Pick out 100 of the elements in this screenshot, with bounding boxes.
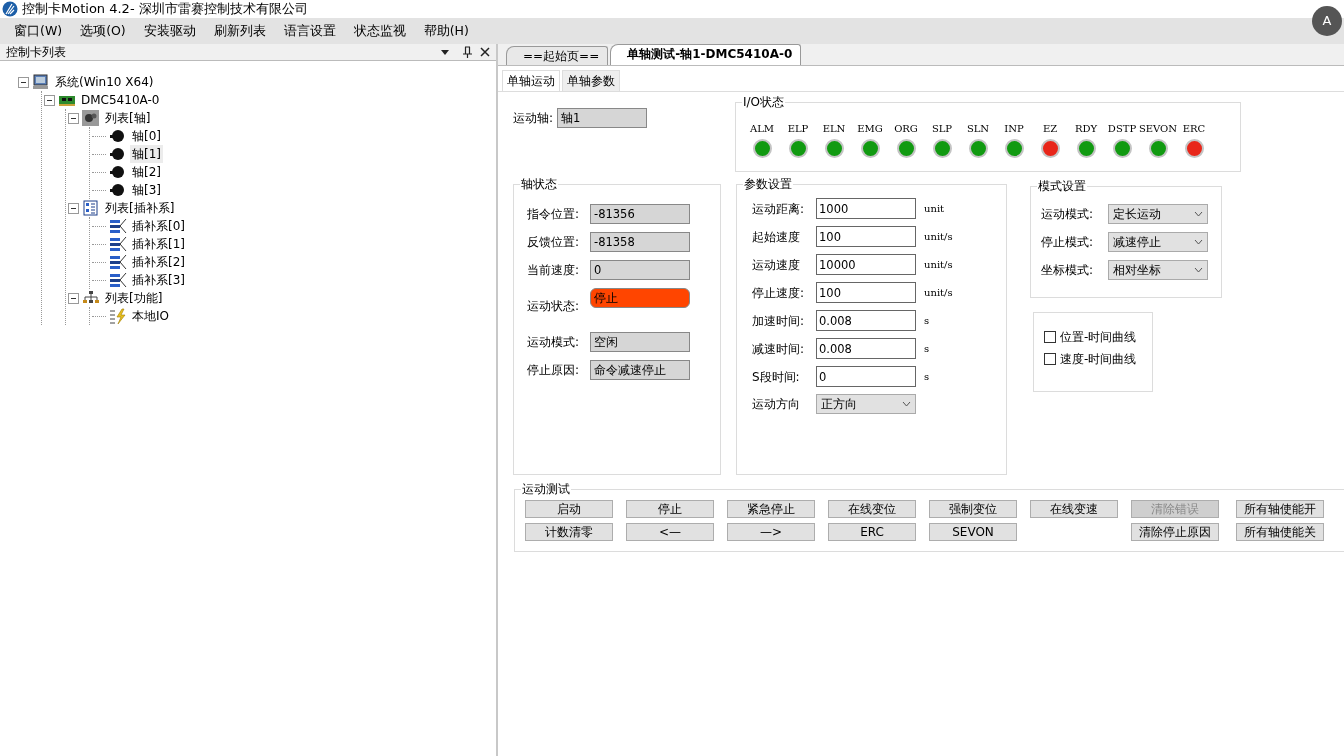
signal-label: RDY: [1074, 122, 1098, 136]
checkbox[interactable]: [1044, 331, 1056, 343]
computer-icon: [32, 74, 50, 90]
tab[interactable]: 单轴运动: [502, 70, 560, 91]
input-field[interactable]: 0.008: [816, 310, 916, 331]
input-field[interactable]: 100: [816, 226, 916, 247]
signal-label: ORG: [894, 122, 918, 136]
mode-dropdown[interactable]: 定长运动: [1108, 204, 1208, 224]
group-title: 运动测试: [521, 482, 571, 496]
action-button[interactable]: SEVON: [929, 523, 1017, 541]
field-label: 运动速度: [752, 256, 801, 274]
checkbox-label: 速度-时间曲线: [1060, 351, 1137, 368]
signal-label: ERC: [1182, 122, 1206, 136]
signal-label: SLP: [931, 122, 953, 136]
collapse-icon[interactable]: [68, 292, 79, 304]
collapse-icon[interactable]: [44, 94, 55, 106]
tree-item[interactable]: 轴[0]: [130, 127, 163, 145]
document-tab[interactable]: 单轴测试-轴1-DMC5410A-0: [610, 44, 802, 65]
mode-dropdown[interactable]: 减速停止: [1108, 232, 1208, 252]
readout-field: 0: [590, 260, 690, 280]
signal-label: ELP: [787, 122, 809, 136]
signal-label: EZ: [1042, 122, 1058, 136]
unit-label: unit/s: [924, 258, 953, 272]
tree-item[interactable]: 插补系[3]: [130, 271, 187, 289]
chevron-down-icon: [1194, 267, 1203, 273]
tree-item[interactable]: 系统(Win10 X64): [53, 73, 156, 91]
tree-item[interactable]: 列表[轴]: [103, 109, 153, 127]
menu-item[interactable]: 语言设置: [277, 21, 348, 41]
action-button[interactable]: 在线变速: [1030, 500, 1118, 518]
tree-item[interactable]: 插补系[0]: [130, 217, 187, 235]
menu-item[interactable]: 状态监视: [347, 21, 418, 41]
action-button[interactable]: 所有轴使能开: [1236, 500, 1324, 518]
signal-label: ELN: [822, 122, 846, 136]
app-logo-icon: [2, 1, 18, 17]
readout-field: -81358: [590, 232, 690, 252]
tree-item[interactable]: 本地IO: [130, 307, 171, 325]
tree-item[interactable]: 插补系[1]: [130, 235, 187, 253]
action-button[interactable]: ERC: [828, 523, 916, 541]
input-field[interactable]: 0.008: [816, 338, 916, 359]
dropdown-icon[interactable]: [440, 48, 450, 56]
mode-dropdown[interactable]: 相对坐标: [1108, 260, 1208, 280]
group-title: 参数设置: [743, 177, 793, 191]
action-button[interactable]: 在线变位: [828, 500, 916, 518]
action-button[interactable]: <—: [626, 523, 714, 541]
input-field[interactable]: 1000: [816, 198, 916, 219]
tree-item[interactable]: 轴[1]: [130, 145, 163, 163]
close-icon[interactable]: [480, 47, 490, 57]
readout-field: -81356: [590, 204, 690, 224]
action-button[interactable]: 强制变位: [929, 500, 1017, 518]
document-tab[interactable]: ==起始页==: [506, 46, 609, 65]
menu-item[interactable]: 选项(O): [74, 21, 138, 41]
signal-label: EMG: [857, 122, 883, 136]
motor-icon: [109, 128, 127, 144]
motor-icon: [109, 182, 127, 198]
unit-label: s: [924, 342, 930, 356]
action-button[interactable]: 紧急停止: [727, 500, 815, 518]
stacked-bars-icon: [109, 254, 127, 270]
menu-item[interactable]: 安装驱动: [137, 21, 208, 41]
tree-item[interactable]: 轴[2]: [130, 163, 163, 181]
direction-dropdown[interactable]: 正方向: [816, 394, 916, 414]
tree-item[interactable]: 列表[插补系]: [103, 199, 177, 217]
lightning-list-icon: [109, 308, 127, 324]
text-recognition-button[interactable]: A: [1312, 6, 1342, 36]
menu-item[interactable]: 刷新列表: [207, 21, 278, 41]
signal-label: DSTP: [1107, 122, 1137, 136]
field-label: 反馈位置:: [527, 234, 581, 251]
chevron-down-icon: [902, 401, 911, 407]
collapse-icon[interactable]: [68, 202, 79, 214]
field-label: 停止原因:: [527, 362, 581, 379]
tree-item[interactable]: 插补系[2]: [130, 253, 187, 271]
tree-item[interactable]: 轴[3]: [130, 181, 163, 199]
menu-item[interactable]: 窗口(W): [8, 21, 75, 41]
field-label: 运动轴:: [513, 110, 554, 127]
chevron-down-icon: [1194, 239, 1203, 245]
tree-item[interactable]: DMC5410A-0: [79, 91, 162, 109]
pin-icon[interactable]: [462, 46, 472, 58]
collapse-icon[interactable]: [68, 112, 79, 124]
input-field[interactable]: 0: [816, 366, 916, 387]
list-icon: [82, 200, 100, 216]
field-label: 停止模式:: [1041, 234, 1095, 251]
hierarchy-icon: [82, 290, 100, 306]
axis-field[interactable]: 轴1: [557, 108, 648, 128]
field-label: 运动状态:: [527, 298, 581, 315]
group-title: I/O状态: [742, 95, 786, 109]
menu-item[interactable]: 帮助(H): [417, 21, 481, 41]
input-field[interactable]: 10000: [816, 254, 916, 275]
collapse-icon[interactable]: [18, 76, 29, 88]
action-button[interactable]: 清除停止原因: [1131, 523, 1219, 541]
field-label: 减速时间:: [752, 340, 806, 358]
action-button[interactable]: 计数清零: [525, 523, 613, 541]
action-button[interactable]: 停止: [626, 500, 714, 518]
tab[interactable]: 单轴参数: [562, 70, 620, 91]
checkbox[interactable]: [1044, 353, 1056, 365]
action-button[interactable]: 启动: [525, 500, 613, 518]
readout-field: 停止: [590, 288, 690, 308]
action-button[interactable]: 所有轴使能关: [1236, 523, 1324, 541]
tree-item[interactable]: 列表[功能]: [103, 289, 165, 307]
action-button[interactable]: —>: [727, 523, 815, 541]
input-field[interactable]: 100: [816, 282, 916, 303]
field-label: 运动距离:: [752, 200, 806, 218]
